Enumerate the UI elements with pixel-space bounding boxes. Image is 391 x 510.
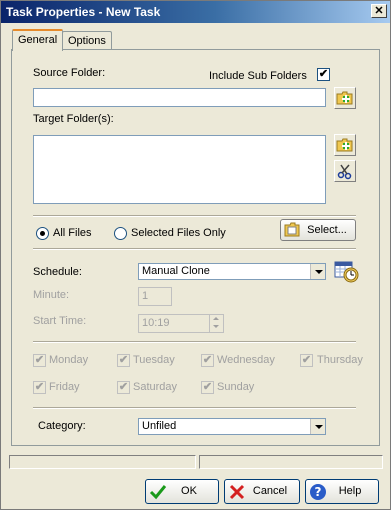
tab-general[interactable]: General xyxy=(12,29,64,51)
window-title: Task Properties - New Task xyxy=(6,5,161,19)
close-button[interactable]: ✕ xyxy=(371,4,387,18)
monday-label: Monday xyxy=(49,354,89,366)
source-folder-input[interactable] xyxy=(33,88,326,107)
checkmark-icon xyxy=(149,485,167,500)
friday-checkbox[interactable]: ✔ xyxy=(33,381,46,394)
category-label: Category: xyxy=(38,420,86,432)
spinner-up-icon[interactable] xyxy=(213,317,219,320)
close-icon: ✕ xyxy=(374,5,384,17)
help-icon: ? xyxy=(310,484,326,500)
minute-value: 1 xyxy=(142,290,149,302)
task-properties-dialog: Task Properties - New Task ✕ General Opt… xyxy=(0,0,391,510)
check-icon: ✔ xyxy=(318,68,329,80)
check-icon: ✔ xyxy=(301,354,312,366)
target-folders-list[interactable] xyxy=(33,135,326,204)
start-time-label: Start Time: xyxy=(33,315,87,327)
tuesday-checkbox[interactable]: ✔ xyxy=(117,354,130,367)
add-target-folder-button[interactable] xyxy=(334,134,356,156)
check-icon: ✔ xyxy=(34,354,45,366)
status-pane-left xyxy=(9,455,196,469)
thursday-label: Thursday xyxy=(317,354,363,366)
tab-options-label: Options xyxy=(68,35,106,47)
minute-input[interactable]: 1 xyxy=(138,287,172,306)
sunday-checkbox[interactable]: ✔ xyxy=(201,381,214,394)
ok-button[interactable]: OK xyxy=(145,479,219,504)
category-value: Unfiled xyxy=(142,420,177,432)
cancel-button[interactable]: Cancel xyxy=(224,479,300,504)
chevron-down-icon[interactable] xyxy=(310,419,325,434)
folder-add-icon xyxy=(336,91,353,105)
divider xyxy=(33,341,356,343)
radio-selected-dot xyxy=(40,231,45,236)
include-sub-folders-label: Include Sub Folders xyxy=(209,70,307,82)
general-tab-panel: Source Folder: Include Sub Folders ✔ Tar… xyxy=(11,49,380,446)
select-files-button-label: Select... xyxy=(307,224,347,236)
check-icon: ✔ xyxy=(202,354,213,366)
saturday-label: Saturday xyxy=(133,381,178,393)
cancel-button-label: Cancel xyxy=(252,485,288,497)
saturday-checkbox[interactable]: ✔ xyxy=(117,381,130,394)
target-folders-label: Target Folder(s): xyxy=(33,113,114,125)
thursday-checkbox[interactable]: ✔ xyxy=(300,354,313,367)
tab-options[interactable]: Options xyxy=(62,31,112,51)
minute-label: Minute: xyxy=(33,289,70,301)
time-spinner[interactable] xyxy=(209,315,223,332)
all-files-label: All Files xyxy=(53,227,92,239)
schedule-label: Schedule: xyxy=(33,266,82,278)
check-icon: ✔ xyxy=(118,381,129,393)
source-folder-label: Source Folder: xyxy=(33,67,106,79)
selected-files-only-label: Selected Files Only xyxy=(131,227,226,239)
divider xyxy=(33,248,356,250)
divider xyxy=(33,407,356,409)
friday-label: Friday xyxy=(49,381,80,393)
select-files-button[interactable]: Select... xyxy=(280,219,356,241)
help-button[interactable]: ? Help xyxy=(305,479,379,504)
scissors-icon xyxy=(337,164,352,180)
status-pane-right xyxy=(199,455,383,469)
status-bar xyxy=(9,455,383,469)
start-time-value: 10:19 xyxy=(142,317,170,329)
wednesday-label: Wednesday xyxy=(217,354,275,366)
monday-checkbox[interactable]: ✔ xyxy=(33,354,46,367)
ok-button-label: OK xyxy=(181,485,197,497)
check-icon: ✔ xyxy=(34,381,45,393)
divider xyxy=(33,215,356,217)
check-icon: ✔ xyxy=(202,381,213,393)
wednesday-checkbox[interactable]: ✔ xyxy=(201,354,214,367)
calendar-clock-icon xyxy=(334,261,359,283)
svg-text:?: ? xyxy=(315,485,322,499)
sunday-label: Sunday xyxy=(217,381,255,393)
title-bar: Task Properties - New Task ✕ xyxy=(1,1,390,23)
remove-target-folder-button[interactable] xyxy=(334,160,356,182)
category-select[interactable]: Unfiled xyxy=(138,418,326,435)
check-icon: ✔ xyxy=(118,354,129,366)
tab-general-label: General xyxy=(18,34,58,46)
x-icon xyxy=(229,484,245,500)
schedule-calendar-button[interactable] xyxy=(334,260,360,284)
browse-source-folder-button[interactable] xyxy=(334,87,356,109)
folder-add-icon xyxy=(336,138,353,152)
start-time-input[interactable]: 10:19 xyxy=(138,314,224,333)
tuesday-label: Tuesday xyxy=(133,354,175,366)
spinner-down-icon[interactable] xyxy=(213,325,219,328)
schedule-select[interactable]: Manual Clone xyxy=(138,263,326,280)
chevron-down-icon[interactable] xyxy=(310,264,325,279)
include-sub-folders-checkbox[interactable]: ✔ xyxy=(317,68,330,81)
folder-open-icon xyxy=(284,222,300,237)
all-files-radio[interactable] xyxy=(36,227,49,240)
help-button-label: Help xyxy=(338,485,362,497)
selected-files-only-radio[interactable] xyxy=(114,227,127,240)
schedule-value: Manual Clone xyxy=(142,265,210,277)
